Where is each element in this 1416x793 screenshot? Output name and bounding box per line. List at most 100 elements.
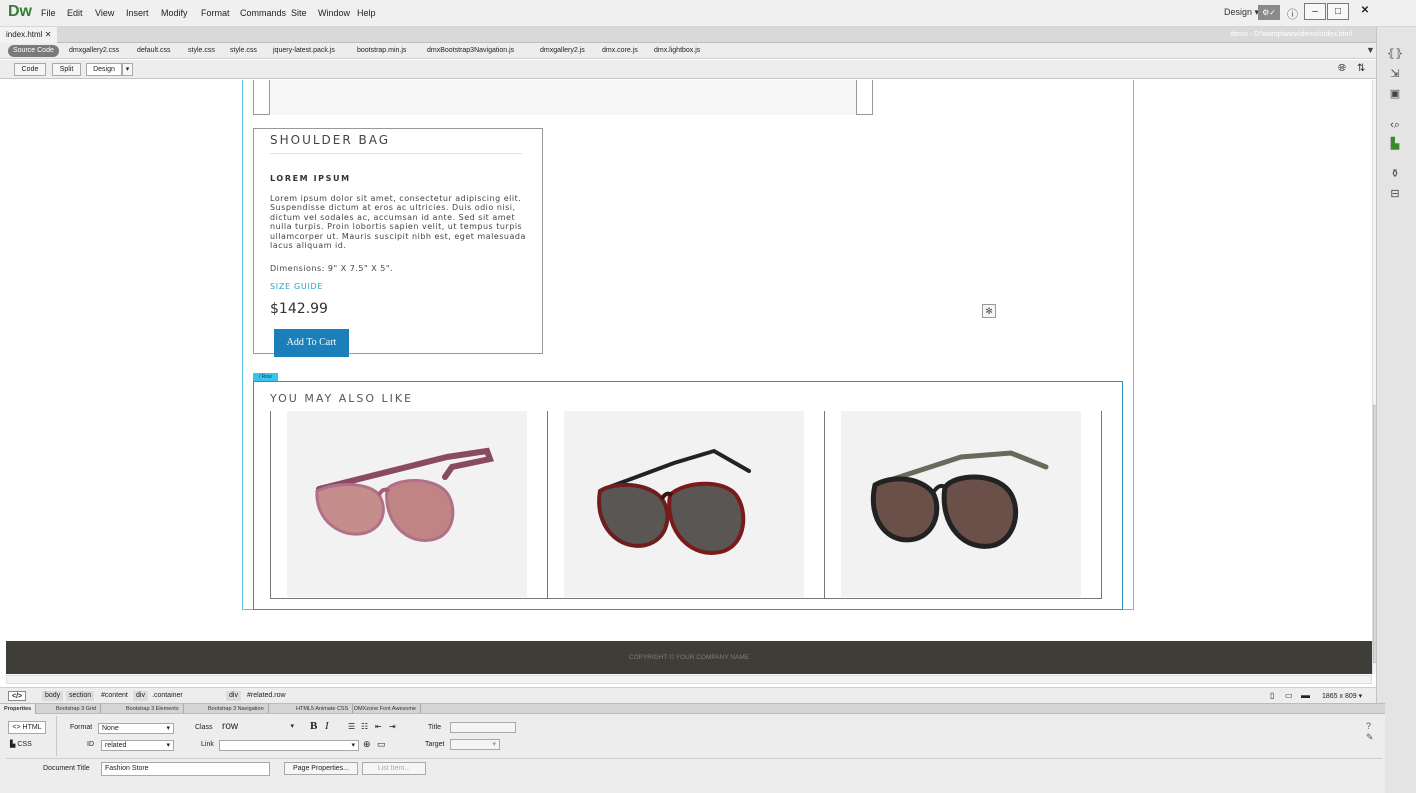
- sync-settings-icon[interactable]: ⚙✓: [1258, 5, 1280, 20]
- assets-panel-icon[interactable]: ▣: [1386, 87, 1404, 101]
- tab-animate-css[interactable]: HTML5 Animate CSS: [292, 704, 354, 714]
- tag-section[interactable]: section: [66, 691, 95, 701]
- document-title-input[interactable]: Fashion Store: [101, 762, 270, 776]
- related-product-card[interactable]: [824, 411, 1102, 599]
- minimize-button[interactable]: –: [1304, 3, 1326, 20]
- files-panel-icon[interactable]: ⇲: [1386, 67, 1404, 81]
- related-file[interactable]: style.css: [188, 47, 215, 54]
- page-properties-button[interactable]: Page Properties...: [284, 762, 358, 775]
- close-tab-icon[interactable]: ✕: [45, 30, 52, 39]
- quick-tag-editor-icon[interactable]: ✎: [1366, 732, 1374, 743]
- tag-content[interactable]: #content: [98, 691, 131, 701]
- menu-insert[interactable]: Insert: [126, 8, 149, 18]
- css-designer-icon[interactable]: ⦃⦄: [1386, 47, 1404, 61]
- tag-container[interactable]: .container: [149, 691, 186, 701]
- tablet-size-icon[interactable]: ▭: [1285, 691, 1293, 700]
- browse-folder-icon[interactable]: ▭: [377, 739, 386, 750]
- format-select[interactable]: None ▾: [98, 723, 174, 734]
- size-guide-link[interactable]: SIZE GUIDE: [270, 282, 323, 291]
- italic-button[interactable]: I: [325, 720, 329, 732]
- split-view-button[interactable]: Split: [52, 63, 81, 76]
- menu-modify[interactable]: Modify: [161, 8, 188, 18]
- product-price: $142.99: [270, 301, 328, 317]
- related-file[interactable]: dmxBootstrap3Navigation.js: [427, 47, 514, 54]
- tag-body[interactable]: body: [42, 691, 64, 701]
- related-file[interactable]: dmx.lightbox.js: [654, 47, 700, 54]
- related-product-card[interactable]: [270, 411, 548, 599]
- link-input[interactable]: ▾: [219, 740, 359, 751]
- tag-related-row[interactable]: #related.row: [244, 691, 289, 701]
- menu-edit[interactable]: Edit: [67, 8, 83, 18]
- title-input[interactable]: [450, 722, 516, 733]
- tag-div[interactable]: div: [133, 691, 148, 701]
- add-to-cart-button[interactable]: Add To Cart: [274, 329, 349, 357]
- related-file[interactable]: style.css: [230, 47, 257, 54]
- related-file[interactable]: bootstrap.min.js: [357, 47, 406, 54]
- dom-panel-icon[interactable]: ‹⌕: [1386, 119, 1404, 133]
- tab-properties[interactable]: Properties: [0, 704, 37, 714]
- indent-icon[interactable]: ⇥: [389, 722, 396, 731]
- menu-view[interactable]: View: [95, 8, 114, 18]
- horizontal-scrollbar[interactable]: [6, 675, 1372, 684]
- sunglasses-image-grey: [841, 411, 1081, 597]
- code-view-button[interactable]: Code: [14, 63, 46, 76]
- design-view[interactable]: SHOULDER BAG LOREM IPSUM Lorem ipsum dol…: [0, 80, 1376, 674]
- menu-site[interactable]: Site: [291, 8, 307, 18]
- tab-index-html[interactable]: index.html ✕: [0, 27, 58, 43]
- tab-font-awesome[interactable]: DMXzone Font Awesome: [350, 704, 421, 714]
- site-structure-icon[interactable]: ⚱: [1386, 167, 1404, 181]
- link-label: Link: [201, 741, 214, 748]
- document-title-label: Document Title: [43, 765, 90, 772]
- class-select[interactable]: row ▾: [219, 722, 297, 735]
- product-gallery-inner: [269, 80, 857, 115]
- unordered-list-icon[interactable]: ☰: [348, 722, 355, 731]
- info-icon[interactable]: ⓘ: [1287, 6, 1298, 22]
- snippets-panel-icon[interactable]: ⊟: [1386, 187, 1404, 201]
- code-navigator-button[interactable]: </>: [8, 691, 27, 701]
- list-item-button[interactable]: List Item...: [362, 762, 426, 775]
- mobile-size-icon[interactable]: ▯: [1270, 691, 1274, 700]
- format-label: Format: [70, 724, 93, 731]
- design-view-button[interactable]: Design: [86, 63, 122, 76]
- insert-panel-icon[interactable]: ▙: [1386, 137, 1404, 151]
- help-icon[interactable]: ?: [1366, 721, 1371, 731]
- window-size: 1865 x 809: [1322, 693, 1357, 700]
- related-file[interactable]: dmxgallery2.js: [540, 47, 585, 54]
- menu-format[interactable]: Format: [201, 8, 230, 18]
- file-transfer-icon[interactable]: ⇅: [1357, 63, 1365, 74]
- view-options-dropdown[interactable]: ▾: [122, 63, 133, 76]
- menu-commands[interactable]: Commands: [240, 8, 286, 18]
- related-file[interactable]: dmxgallery2.css: [69, 47, 119, 54]
- related-file[interactable]: jquery-latest.pack.js: [273, 47, 335, 54]
- menu-file[interactable]: File: [41, 8, 56, 18]
- css-properties-button[interactable]: ▙ CSS: [10, 740, 32, 748]
- preview-browser-icon[interactable]: 🌐︎: [1338, 63, 1346, 74]
- ordered-list-icon[interactable]: ☷: [361, 722, 368, 731]
- related-products-row[interactable]: YOU MAY ALSO LIKE: [253, 381, 1123, 610]
- tab-bootstrap-grid[interactable]: Bootstrap 3 Grid: [52, 704, 102, 714]
- source-code-button[interactable]: Source Code: [8, 45, 59, 57]
- close-window-button[interactable]: ✕: [1350, 3, 1380, 20]
- invisible-element-icon[interactable]: ✻: [982, 304, 996, 318]
- target-select[interactable]: ▾: [450, 739, 500, 750]
- bold-button[interactable]: B: [310, 720, 317, 732]
- related-product-card[interactable]: [547, 411, 825, 599]
- related-file[interactable]: dmx.core.js: [602, 47, 638, 54]
- desktop-size-icon[interactable]: ▬: [1301, 690, 1310, 700]
- menu-help[interactable]: Help: [357, 8, 376, 18]
- window-size-dropdown[interactable]: 1865 x 809 ▾: [1322, 692, 1362, 700]
- maximize-button[interactable]: □: [1327, 3, 1349, 20]
- menu-window[interactable]: Window: [318, 8, 350, 18]
- panel-tabs: Properties Bootstrap 3 Grid Bootstrap 3 …: [0, 703, 1385, 714]
- outdent-icon[interactable]: ⇤: [375, 722, 382, 731]
- point-to-file-icon[interactable]: ⊕: [363, 739, 371, 750]
- tab-bootstrap-navigation[interactable]: Bootstrap 3 Navigation: [204, 704, 269, 714]
- id-select[interactable]: related ▾: [101, 740, 174, 751]
- workspace-switcher[interactable]: Design ▾: [1224, 7, 1259, 18]
- tab-bootstrap-elements[interactable]: Bootstrap 3 Elements: [122, 704, 184, 714]
- workspace-label: Design: [1224, 7, 1253, 17]
- html-properties-button[interactable]: <> HTML: [8, 721, 46, 734]
- related-file[interactable]: default.css: [137, 47, 170, 54]
- tag-div[interactable]: div: [226, 691, 241, 701]
- filter-icon[interactable]: ▼: [1366, 45, 1375, 55]
